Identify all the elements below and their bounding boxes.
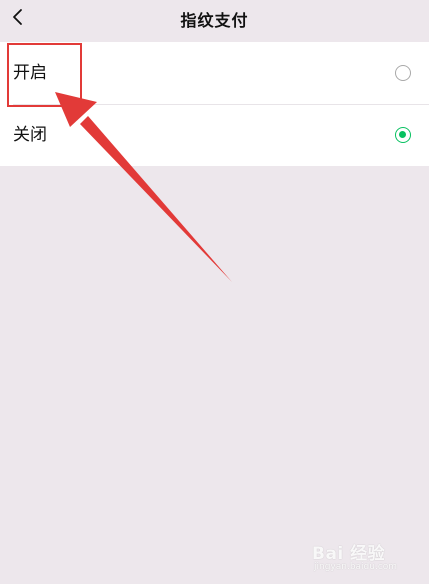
watermark: Bai 经验 jingyan.baidu.com bbox=[312, 539, 422, 579]
option-disable[interactable]: 关闭 bbox=[0, 104, 429, 166]
option-label: 关闭 bbox=[13, 125, 47, 145]
radio-unchecked-icon[interactable] bbox=[395, 65, 411, 81]
page-title: 指纹支付 bbox=[180, 11, 249, 30]
radio-checked-icon[interactable] bbox=[395, 127, 411, 143]
watermark-url: jingyan.baidu.com bbox=[314, 562, 398, 572]
top-bar: 指纹支付 bbox=[0, 0, 429, 42]
watermark-logo: Bai 经验 bbox=[312, 544, 386, 564]
annotation-highlight-box bbox=[7, 43, 82, 107]
